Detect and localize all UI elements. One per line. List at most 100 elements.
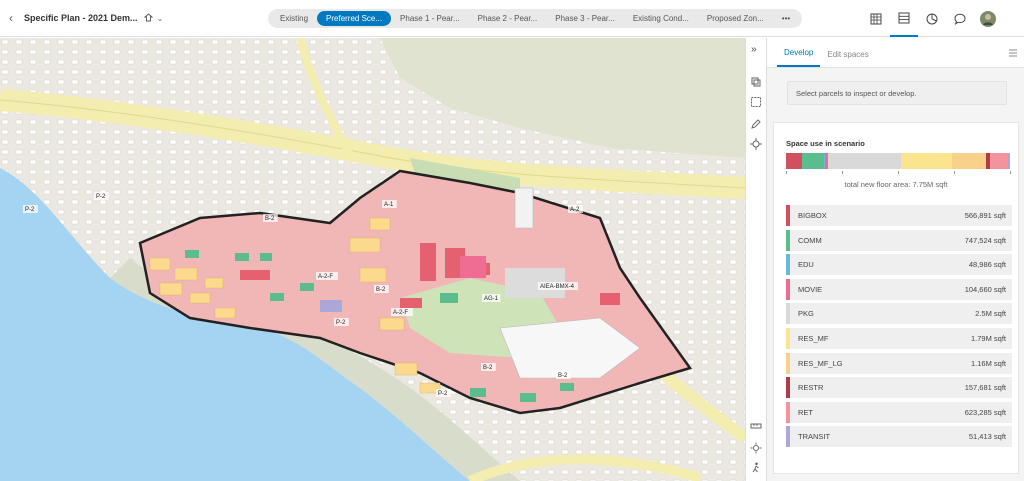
- space-use-value: 48,986 sqft: [968, 260, 1006, 270]
- layers-icon[interactable]: [750, 76, 762, 88]
- space-use-swatch: [786, 254, 790, 276]
- space-use-row[interactable]: TRANSIT 51,413 sqft: [786, 426, 1012, 448]
- zone-label: B-2: [265, 216, 275, 222]
- space-use-value: 623,285 sqft: [964, 407, 1006, 417]
- scenario-tabs: Existing Preferred Sce... Phase 1 - Pear..…: [268, 9, 803, 28]
- space-use-swatch: [786, 278, 790, 300]
- chevron-down-icon[interactable]: ⌄: [157, 14, 164, 23]
- total-floor-area: total new floor area: 7.75M sqft: [844, 180, 948, 189]
- space-use-stacked-bar: [786, 153, 1010, 169]
- space-use-row[interactable]: RET 623,285 sqft: [786, 401, 1012, 423]
- tab-scenario[interactable]: Proposed Zon...: [698, 11, 773, 26]
- space-use-name: COMM: [798, 235, 822, 245]
- space-use-name: MOVIE: [798, 284, 823, 294]
- map-canvas[interactable]: P-2 B-2 A-1 A-2 P-2 A-2-F B-2 AG-1 AIEA-BMX-4 P-2…: [0, 38, 745, 481]
- tab-scenario[interactable]: Phase 1 - Pear...: [391, 11, 469, 26]
- user-avatar[interactable]: [974, 0, 1002, 37]
- walk-icon[interactable]: [750, 462, 762, 474]
- comment-button[interactable]: [946, 0, 974, 37]
- tab-scenario[interactable]: •••: [773, 11, 799, 26]
- share-icon[interactable]: [143, 13, 153, 23]
- zone-label: B-2: [376, 287, 386, 293]
- space-use-name: BIGBOX: [798, 211, 827, 220]
- space-use-value: 566,891 sqft: [964, 211, 1006, 220]
- top-tools: [862, 0, 1002, 37]
- zone-label: AIEA-BMX-4: [540, 284, 575, 290]
- table-icon: [898, 12, 910, 23]
- space-use-swatch: [786, 229, 790, 251]
- space-use-value: 157,681 sqft: [964, 383, 1006, 393]
- list-icon[interactable]: [1008, 48, 1018, 58]
- space-use-row[interactable]: COMM 747,524 sqft: [786, 229, 1012, 251]
- space-use-value: 747,524 sqft: [964, 235, 1006, 245]
- space-use-row[interactable]: BIGBOX 566,891 sqft: [786, 205, 1012, 226]
- space-use-name: RET: [798, 407, 813, 417]
- tab-scenario[interactable]: Phase 2 - Pear...: [469, 11, 547, 26]
- stacked-bar-segment: [990, 153, 1009, 169]
- space-use-name: RESTR: [798, 383, 824, 393]
- zone-label: P-2: [438, 391, 448, 397]
- table-button[interactable]: [890, 0, 918, 37]
- zone-label: B-2: [483, 365, 493, 371]
- stacked-bar-segment: [900, 153, 953, 169]
- space-use-value: 2.5M sqft: [975, 309, 1006, 319]
- space-use-row[interactable]: RES_MF_LG 1.16M sqft: [786, 352, 1012, 374]
- basemap-button[interactable]: [862, 0, 890, 37]
- movie-theater: [460, 256, 486, 278]
- zone-label: A-2-F: [318, 274, 333, 280]
- bar-tick: [954, 171, 955, 174]
- space-use-swatch: [786, 327, 790, 349]
- zone-label: P-2: [96, 194, 106, 200]
- space-use-name: RES_MF_LG: [798, 358, 843, 368]
- chart-button[interactable]: [918, 0, 946, 37]
- space-use-row[interactable]: PKG 2.5M sqft: [786, 303, 1012, 325]
- bar-tick: [842, 171, 843, 174]
- stacked-bar-segment: [786, 153, 803, 169]
- measure-icon[interactable]: [750, 420, 762, 432]
- space-use-row[interactable]: RESTR 157,681 sqft: [786, 377, 1012, 399]
- space-use-row[interactable]: EDU 48,986 sqft: [786, 254, 1012, 276]
- space-use-row[interactable]: MOVIE 104,660 sqft: [786, 278, 1012, 300]
- scenario-title[interactable]: Specific Plan - 2021 Dem...: [24, 13, 138, 23]
- sun-icon[interactable]: [750, 442, 762, 454]
- space-use-name: PKG: [798, 309, 814, 319]
- stacked-bar-segment: [828, 153, 901, 169]
- space-use-swatch: [786, 303, 790, 325]
- user-avatar-icon: [980, 10, 996, 27]
- tab-scenario[interactable]: Preferred Sce...: [317, 11, 392, 26]
- bar-tick: [1010, 171, 1011, 174]
- zone-label: A-2-F: [393, 310, 408, 316]
- select-icon[interactable]: [750, 96, 762, 108]
- back-button[interactable]: ‹: [2, 11, 20, 25]
- tab-panel[interactable]: Develop: [777, 48, 821, 67]
- space-use-value: 51,413 sqft: [968, 432, 1006, 442]
- tab-scenario[interactable]: Existing Cond...: [624, 11, 698, 26]
- space-use-swatch: [786, 401, 790, 423]
- space-use-name: TRANSIT: [798, 432, 831, 442]
- edit-icon[interactable]: [750, 118, 762, 130]
- tab-scenario[interactable]: Existing: [271, 11, 317, 26]
- develop-panel: Develop Edit spaces Select parcels to ins…: [766, 38, 1024, 481]
- zone-label: P-2: [25, 207, 35, 213]
- space-use-name: RES_MF: [798, 333, 829, 343]
- collapse-panel-button[interactable]: »: [751, 44, 757, 55]
- tab-scenario[interactable]: Phase 3 - Pear...: [546, 11, 624, 26]
- side-toolbar: »: [745, 38, 765, 481]
- locate-icon[interactable]: [750, 138, 762, 150]
- space-use-row[interactable]: RES_MF 1.79M sqft: [786, 327, 1012, 349]
- top-bar: ‹ Specific Plan - 2021 Dem... ⌄ Existing…: [0, 0, 1024, 37]
- space-use-value: 104,660 sqft: [964, 284, 1006, 294]
- map-view[interactable]: P-2 B-2 A-1 A-2 P-2 A-2-F B-2 AG-1 AIEA-BMX-4 P-2…: [0, 38, 745, 481]
- space-use-swatch: [786, 352, 790, 374]
- space-use-list: BIGBOX 566,891 sqft COMM 747,524 sqft EDU 48,…: [786, 205, 1012, 451]
- tab-panel[interactable]: Edit spaces: [820, 50, 875, 67]
- select-parcels-prompt: Select parcels to inspect or develop.: [787, 81, 1007, 105]
- stacked-bar-segment: [1008, 153, 1010, 169]
- bar-tick: [786, 171, 787, 174]
- chart-icon: [926, 13, 938, 24]
- stacked-bar-segment: [952, 153, 986, 169]
- stacked-bar-segment: [802, 153, 824, 169]
- transit-block: [320, 300, 342, 312]
- panel-tabs: Develop Edit spaces: [767, 38, 1024, 68]
- comment-icon: [954, 13, 966, 25]
